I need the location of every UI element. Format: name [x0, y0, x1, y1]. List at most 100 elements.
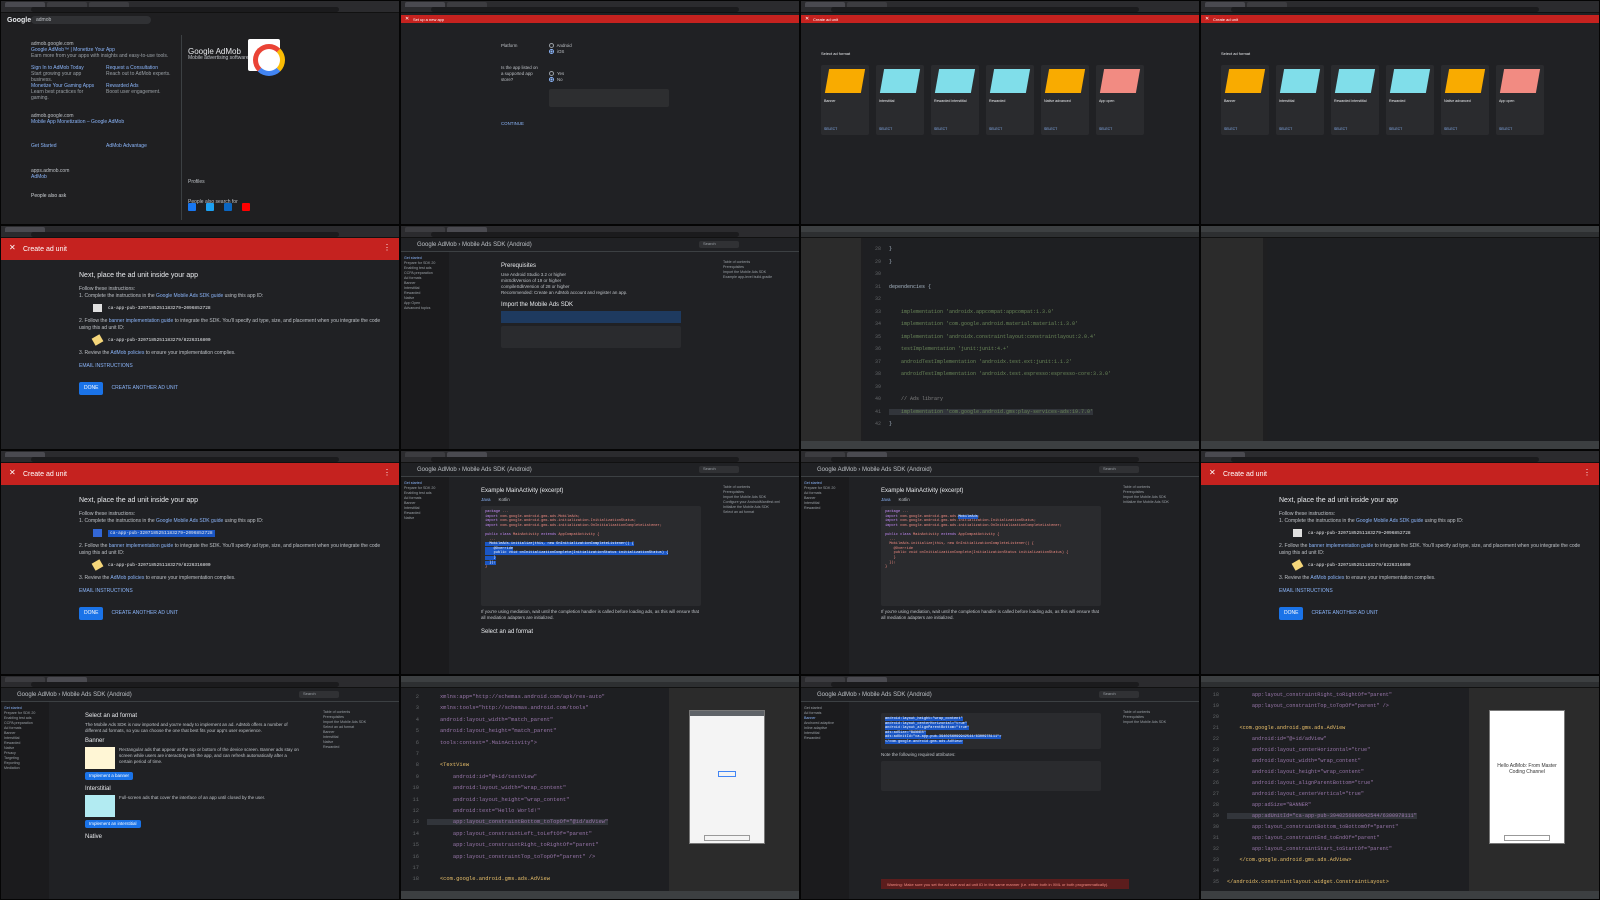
sitelink[interactable]: Monetize Your Gaming Apps Learn best pra… [31, 83, 96, 101]
docs-product[interactable]: Mobile Ads SDK (Android) [862, 692, 932, 698]
code-line[interactable]: <com.google.android.gms.ads.AdView [427, 876, 550, 882]
radio-no[interactable] [549, 77, 554, 83]
format-card-interstitial[interactable]: Interstitial SELECT [876, 65, 924, 135]
select-link[interactable]: SELECT [989, 127, 1002, 131]
search-result[interactable]: apps.admob.com AdMob [31, 168, 171, 180]
select-link[interactable]: SELECT [1499, 127, 1512, 131]
code-line[interactable]: } [889, 421, 892, 427]
address-bar[interactable] [431, 457, 739, 462]
search-input[interactable]: admob [31, 16, 151, 24]
close-icon[interactable]: ✕ [9, 468, 16, 477]
copy-icon[interactable] [93, 529, 102, 537]
code-line[interactable]: android:layout_height="wrap_content" [427, 797, 569, 803]
project-tree[interactable] [1201, 238, 1263, 441]
code-line[interactable]: implementation 'com.google.android.gms:p… [889, 408, 1094, 415]
address-bar[interactable] [431, 7, 739, 12]
tab-kotlin[interactable]: Kotlin [499, 497, 510, 503]
result-title[interactable]: Mobile App Monetization – Google AdMob [31, 119, 171, 125]
sitelink[interactable]: Sign In to AdMob Today Start growing you… [31, 65, 96, 83]
code-line[interactable]: app:adUnitId="ca-app-pub-394025609994254… [1227, 813, 1417, 819]
adview-preview[interactable] [704, 835, 750, 841]
close-icon[interactable]: ✕ [1209, 468, 1216, 477]
code-line[interactable]: android:layout_centerVertical="true" [1227, 791, 1364, 797]
sitelink[interactable]: Request a Consultation Reach out to AdMo… [106, 65, 171, 77]
banner-guide-link[interactable]: banner implementation guide [109, 318, 174, 324]
tab-kotlin[interactable]: Kotlin [899, 497, 910, 503]
code-line[interactable]: android:layout_height="match_parent" [427, 728, 556, 734]
address-bar[interactable] [831, 7, 1139, 12]
code-line[interactable]: <TextView [427, 762, 469, 768]
format-card-rewarded[interactable]: Rewarded SELECT [1386, 65, 1434, 135]
more-options-icon[interactable]: ⋮ [1583, 468, 1591, 477]
twitter-icon[interactable] [206, 203, 214, 211]
code-line[interactable]: dependencies { [889, 284, 931, 290]
select-link[interactable]: SELECT [1334, 127, 1347, 131]
code-editor[interactable]: 28} 29} 30 31 dependencies {32 33 implementat… [863, 238, 1199, 441]
sitelink[interactable]: AdMob Advantage [106, 143, 171, 149]
continue-button[interactable]: CONTINUE [501, 121, 669, 127]
create-another-button[interactable]: CREATE ANOTHER AD UNIT [1311, 610, 1378, 617]
radio-ios[interactable] [549, 49, 554, 55]
nav-item[interactable]: Rewarded [804, 736, 846, 741]
address-bar[interactable] [31, 232, 339, 237]
code-line[interactable]: // Ads library [889, 396, 943, 402]
code-line[interactable]: implementation 'com.google.android.mater… [889, 321, 1078, 327]
code-editor[interactable] [1267, 238, 1599, 441]
format-card-interstitial[interactable]: Interstitial SELECT [1276, 65, 1324, 135]
nav-item[interactable]: Native [404, 516, 446, 521]
address-bar[interactable] [31, 457, 339, 462]
select-link[interactable]: SELECT [879, 127, 892, 131]
docs-brand[interactable]: Google AdMob [417, 467, 457, 473]
code-line[interactable]: </androidx.constraintlayout.widget.Const… [1227, 879, 1389, 885]
code-line[interactable]: app:layout_constraintTop_toTopOf="parent… [1227, 703, 1389, 709]
code-line[interactable]: android:layout_height="wrap_content" [1227, 769, 1364, 775]
select-link[interactable]: SELECT [934, 127, 947, 131]
sitelink-title[interactable]: Get Started [31, 143, 96, 149]
banner-guide-link[interactable]: banner implementation guide [109, 543, 174, 549]
facebook-icon[interactable] [188, 203, 196, 211]
toc-item[interactable]: Example app-level build.gradle [723, 275, 781, 280]
done-button[interactable]: DONE [79, 382, 104, 395]
select-link[interactable]: SELECT [1099, 127, 1112, 131]
more-options-icon[interactable]: ⋮ [383, 243, 391, 252]
code-line[interactable]: android:layout_centerHorizontal="true" [1227, 747, 1370, 753]
code-line[interactable]: app:adSize="BANNER" [1227, 802, 1311, 808]
code-line[interactable]: android:layout_width="match_parent" [427, 717, 553, 723]
code-line[interactable]: app:layout_constraintLeft_toLeftOf="pare… [427, 831, 592, 837]
sitelink[interactable]: Rewarded Ads Boost user engagement. [106, 83, 171, 95]
implement-banner-button[interactable]: Implement a banner [85, 772, 134, 780]
app-id[interactable]: ca-app-pub-3207185251183279~2096852728 [108, 305, 211, 312]
address-bar[interactable] [831, 457, 1139, 462]
code-line[interactable]: } [889, 259, 892, 265]
docs-brand[interactable]: Google AdMob [417, 242, 457, 248]
nav-item[interactable]: Advanced topics [404, 306, 446, 311]
docs-product[interactable]: Mobile Ads SDK (Android) [462, 242, 532, 248]
code-line[interactable]: implementation 'androidx.constraintlayou… [889, 334, 1096, 340]
linkedin-icon[interactable] [224, 203, 232, 211]
close-icon[interactable]: ✕ [1205, 16, 1209, 22]
code-line[interactable]: app:layout_constraintBottom_toTopOf="@id… [427, 819, 609, 826]
format-card-banner[interactable]: Banner SELECT [821, 65, 869, 135]
copy-icon[interactable] [1293, 529, 1302, 537]
ad-unit-id[interactable]: ca-app-pub-3207185251183279/8226316800 [1308, 562, 1411, 569]
address-bar[interactable] [1231, 457, 1539, 462]
adview-preview[interactable] [1504, 835, 1550, 841]
code-line[interactable]: androidTestImplementation 'androidx.test… [889, 359, 1072, 365]
docs-search[interactable]: Search [1099, 691, 1139, 698]
sitelink[interactable]: Get Started [31, 143, 96, 149]
select-link[interactable]: SELECT [1224, 127, 1237, 131]
project-tree[interactable] [801, 238, 861, 441]
docs-product[interactable]: Mobile Ads SDK (Android) [462, 467, 532, 473]
youtube-icon[interactable] [242, 203, 250, 211]
policies-link[interactable]: AdMob policies [110, 575, 144, 581]
close-icon[interactable]: ✕ [805, 16, 809, 22]
docs-product[interactable]: Mobile Ads SDK (Android) [62, 692, 132, 698]
ad-unit-id[interactable]: ca-app-pub-3207185251183279/8226316800 [108, 562, 211, 569]
search-result[interactable]: admob.google.com Google AdMob™ | Monetiz… [31, 41, 171, 59]
code-line[interactable]: android:text="Hello World!" [427, 808, 540, 814]
code-line[interactable]: app:layout_constraintBottom_toBottomOf="… [1227, 824, 1398, 830]
format-card-app-open[interactable]: App open SELECT [1496, 65, 1544, 135]
sitelink-title[interactable]: AdMob Advantage [106, 143, 171, 149]
code-line[interactable]: app:layout_constraintEnd_toEndOf="parent… [1227, 835, 1380, 841]
toc-item[interactable]: Import the Mobile Ads SDK [1123, 720, 1181, 725]
